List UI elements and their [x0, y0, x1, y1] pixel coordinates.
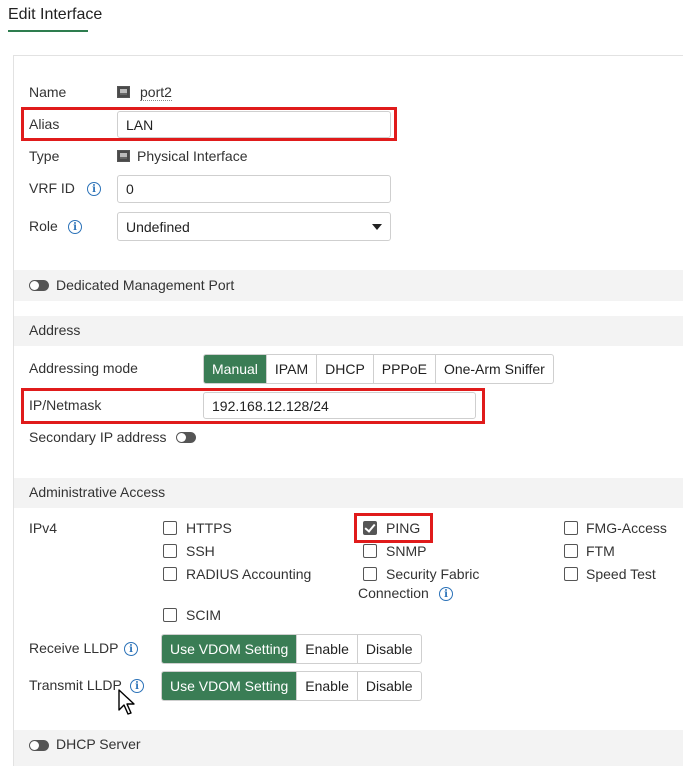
info-icon[interactable]: i: [68, 220, 82, 234]
ssh-checkbox[interactable]: [163, 544, 177, 558]
transmit-lldp-label: Transmit LLDP: [29, 677, 122, 693]
https-label: HTTPS: [186, 520, 232, 536]
dhcp-server-label: DHCP Server: [56, 736, 141, 752]
dedicated-mgmt-label: Dedicated Management Port: [56, 277, 235, 293]
fmg-access-checkbox[interactable]: [564, 521, 578, 535]
https-checkbox[interactable]: [163, 521, 177, 535]
receive-lldp-enable-button[interactable]: Enable: [297, 635, 358, 663]
scim-label: SCIM: [186, 607, 221, 623]
mode-one-arm-sniffer-button[interactable]: One-Arm Sniffer: [436, 355, 553, 383]
ip-netmask-label: IP/Netmask: [29, 397, 102, 413]
ip-netmask-input[interactable]: 192.168.12.128/24: [203, 392, 476, 419]
dhcp-server-toggle[interactable]: [29, 740, 49, 751]
transmit-lldp-selector: Use VDOM Setting Enable Disable: [161, 671, 422, 701]
secondary-ip-toggle[interactable]: [176, 432, 196, 443]
address-section-header: Address: [14, 316, 683, 346]
snmp-label: SNMP: [386, 543, 427, 559]
ftm-label: FTM: [586, 543, 615, 559]
mode-manual-button[interactable]: Manual: [204, 355, 267, 383]
transmit-lldp-enable-button[interactable]: Enable: [297, 672, 358, 700]
info-icon[interactable]: i: [87, 182, 101, 196]
secondary-ip-label: Secondary IP address: [29, 429, 167, 445]
dedicated-mgmt-row: Dedicated Management Port: [14, 270, 683, 301]
admin-access-section-title: Administrative Access: [29, 484, 166, 500]
transmit-lldp-vdom-button[interactable]: Use VDOM Setting: [162, 672, 298, 700]
type-label: Type: [29, 148, 60, 164]
mode-ipam-button[interactable]: IPAM: [267, 355, 318, 383]
alias-label: Alias: [29, 116, 60, 132]
receive-lldp-label: Receive LLDP: [29, 640, 119, 656]
speed-test-checkbox[interactable]: [564, 567, 578, 581]
radius-accounting-checkbox[interactable]: [163, 567, 177, 581]
role-select[interactable]: Undefined: [117, 212, 391, 241]
scim-checkbox[interactable]: [163, 608, 177, 622]
security-fabric-checkbox[interactable]: [363, 567, 377, 581]
receive-lldp-selector: Use VDOM Setting Enable Disable: [161, 634, 422, 664]
mode-dhcp-button[interactable]: DHCP: [317, 355, 374, 383]
addressing-mode-selector: Manual IPAM DHCP PPPoE One-Arm Sniffer: [203, 354, 554, 384]
radius-accounting-label: RADIUS Accounting: [186, 566, 312, 582]
dhcp-server-row: DHCP Server: [14, 730, 683, 766]
ping-checkbox[interactable]: [363, 521, 377, 535]
vrf-id-input[interactable]: 0: [117, 175, 391, 203]
mouse-cursor-icon: [118, 689, 135, 715]
receive-lldp-disable-button[interactable]: Disable: [358, 635, 421, 663]
title-underline: [8, 30, 88, 32]
alias-input[interactable]: LAN: [117, 111, 391, 138]
transmit-lldp-disable-button[interactable]: Disable: [358, 672, 421, 700]
address-section-title: Address: [29, 322, 81, 338]
addressing-mode-label: Addressing mode: [29, 360, 138, 376]
name-label: Name: [29, 84, 67, 100]
mode-pppoe-button[interactable]: PPPoE: [374, 355, 436, 383]
physical-port-icon: [117, 150, 130, 162]
snmp-checkbox[interactable]: [363, 544, 377, 558]
ping-label: PING: [386, 520, 421, 536]
chevron-down-icon: [372, 223, 382, 230]
port-icon: [117, 86, 130, 98]
page-title: Edit Interface: [8, 6, 103, 23]
fmg-access-label: FMG-Access: [586, 520, 667, 536]
vrf-label: VRF ID: [29, 180, 75, 196]
role-select-value: Undefined: [126, 218, 190, 235]
name-value[interactable]: port2: [140, 84, 172, 101]
type-value: Physical Interface: [137, 148, 248, 164]
dedicated-mgmt-toggle[interactable]: [29, 280, 49, 291]
ssh-label: SSH: [186, 543, 215, 559]
admin-access-section-header: Administrative Access: [14, 478, 683, 508]
ftm-checkbox[interactable]: [564, 544, 578, 558]
receive-lldp-vdom-button[interactable]: Use VDOM Setting: [162, 635, 298, 663]
role-label: Role: [29, 218, 58, 234]
speed-test-label: Speed Test: [586, 566, 656, 582]
security-fabric-label-line2: Connection: [358, 585, 429, 601]
info-icon[interactable]: i: [124, 642, 138, 656]
info-icon[interactable]: i: [439, 587, 453, 601]
security-fabric-label: Security Fabric: [386, 566, 480, 582]
ipv4-label: IPv4: [29, 520, 58, 536]
